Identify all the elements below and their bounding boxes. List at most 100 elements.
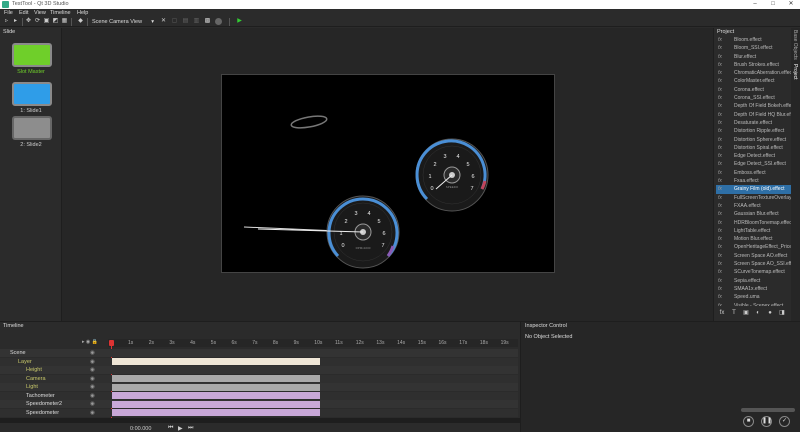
scale-tool-icon[interactable]: ▣ [43, 18, 50, 25]
slide-1-thumb[interactable] [12, 82, 52, 106]
render-sphere-icon[interactable] [215, 18, 222, 25]
edit-camera-icon[interactable]: ◆ [77, 18, 84, 25]
visibility-icon[interactable]: ◉ [90, 400, 95, 408]
timeline-row[interactable]: Speedometer ◉ [0, 408, 108, 417]
project-file-item[interactable]: fx FullScreenTextureOverlay.effect [716, 194, 792, 202]
project-file-item[interactable]: fx OpenHeritageEffect_Price.effect [716, 243, 792, 251]
timeline-bar[interactable] [112, 375, 320, 382]
timeline-track[interactable] [108, 349, 518, 357]
close-button[interactable]: ✕ [782, 0, 800, 9]
sphere-icon[interactable]: ● [764, 310, 776, 316]
render-mode-icon[interactable]: ▩ [204, 18, 211, 25]
first-frame-icon[interactable]: ⏮ [168, 425, 173, 432]
project-file-item[interactable]: fx Screen Space AO.effect [716, 252, 792, 260]
confirm-icon[interactable]: ✓ [779, 416, 790, 427]
project-file-item[interactable]: fx Bloom_SSI.effect [716, 44, 792, 52]
project-file-item[interactable]: fx Screen Space AO_SSI.effect [716, 260, 792, 268]
timeline-bar[interactable] [112, 400, 320, 408]
menu-timeline[interactable]: Timeline [50, 10, 71, 16]
rotate-tool-icon[interactable]: ⟳ [34, 18, 41, 25]
project-file-item[interactable]: fx Corona_SSI.effect [716, 94, 792, 102]
menu-view[interactable]: View [34, 10, 46, 16]
project-file-item[interactable]: fx Visible - Scenex.effect [716, 302, 792, 307]
global-coords-icon[interactable]: ▦ [61, 18, 68, 25]
project-file-item[interactable]: fx Gaussian Blur.effect [716, 210, 792, 218]
visibility-icon[interactable]: ◉ [90, 392, 95, 400]
project-file-item[interactable]: fx Blur.effect [716, 53, 792, 61]
project-file-item[interactable]: fx Depth Of Field Bokeh.effect [716, 102, 792, 110]
camera-view-select[interactable]: Scene Camera View ▾ [92, 18, 156, 26]
material-icon[interactable]: ◐ [752, 310, 764, 316]
project-file-item[interactable]: fx SCurveTonemap.effect [716, 268, 792, 276]
visibility-icon[interactable]: ◉ [90, 358, 95, 366]
shading-icon[interactable]: ▥ [193, 18, 200, 25]
project-file-item[interactable]: fx Desaturate.effect [716, 119, 792, 127]
timeline-row[interactable]: Speedometer2 ◉ [0, 400, 108, 408]
timeline-scrollbar[interactable] [0, 418, 520, 423]
tab-base-objects[interactable]: Base Objects [792, 30, 798, 60]
scene-canvas[interactable]: 0 1 2 3 4 5 6 7 RPMx1000 0 1 2 3 4 5 6 7… [221, 74, 555, 273]
timeline-bar[interactable] [112, 383, 320, 391]
timeline-row[interactable]: Height ◉ [0, 366, 108, 374]
project-file-item[interactable]: fx ColorMaster.effect [716, 77, 792, 85]
timeline-row[interactable]: Light ◉ [0, 383, 108, 391]
wireframe-icon[interactable]: ▤ [182, 18, 189, 25]
project-file-item[interactable]: fx Grainy Film (old).effect [716, 185, 792, 194]
visibility-icon[interactable]: ◉ [90, 375, 95, 383]
slide-master-thumb[interactable] [12, 43, 52, 67]
select-tool-icon[interactable]: ▹ [3, 18, 10, 25]
minimize-button[interactable]: – [746, 0, 764, 9]
local-coords-icon[interactable]: ◩ [52, 18, 59, 25]
project-file-item[interactable]: fx SMAA1x.effect [716, 285, 792, 293]
project-file-item[interactable]: fx Bloom.effect [716, 36, 792, 44]
project-file-item[interactable]: fx FXAA.effect [716, 202, 792, 210]
last-frame-icon[interactable]: ⏭ [188, 425, 193, 432]
scene-viewport[interactable]: 0 1 2 3 4 5 6 7 RPMx1000 0 1 2 3 4 5 6 7… [62, 28, 713, 321]
timeline-row[interactable]: Layer ◉ [0, 357, 108, 366]
timeline-bar[interactable] [112, 392, 320, 399]
visibility-icon[interactable]: ◉ [90, 383, 95, 391]
move-tool-icon[interactable]: ✥ [25, 18, 32, 25]
effect-icon[interactable]: fx [716, 310, 728, 316]
timeline-row[interactable]: Camera ◉ [0, 374, 108, 383]
project-file-item[interactable]: fx Distortion Spiral.effect [716, 144, 792, 152]
play-timeline-icon[interactable]: ▶ [178, 425, 183, 432]
project-file-item[interactable]: fx Emboss.effect [716, 169, 792, 177]
menu-file[interactable]: File [4, 10, 13, 16]
text-icon[interactable]: T [728, 310, 740, 316]
project-file-item[interactable]: fx Corona.effect [716, 86, 792, 94]
group-select-icon[interactable]: ▸ [12, 18, 19, 25]
play-icon[interactable]: ▶ [236, 18, 243, 25]
layout-icon[interactable]: ◨ [776, 309, 788, 316]
menu-edit[interactable]: Edit [19, 10, 28, 16]
zoom-extents-icon[interactable]: ▢ [171, 18, 178, 25]
timeline-bar[interactable] [112, 358, 320, 365]
project-file-item[interactable]: fx Sepia.effect [716, 277, 792, 285]
menu-help[interactable]: Help [77, 10, 88, 16]
visibility-icon[interactable]: ◉ [90, 366, 95, 374]
project-file-item[interactable]: fx Brush Strokes.effect [716, 61, 792, 69]
visibility-icon[interactable]: ◉ [90, 349, 95, 357]
project-file-item[interactable]: fx Distortion Sphere.effect [716, 136, 792, 144]
project-file-item[interactable]: fx Distortion Ripple.effect [716, 127, 792, 135]
fit-selected-icon[interactable]: ✕ [160, 18, 167, 25]
timeline-bar[interactable] [112, 409, 320, 416]
project-file-item[interactable]: fx LightTable.effect [716, 227, 792, 235]
project-file-item[interactable]: fx Edge Detect.effect [716, 152, 792, 160]
project-file-item[interactable]: fx HDRBloomTonemap.effect [716, 219, 792, 227]
stop-icon[interactable]: ■ [743, 416, 754, 427]
timeline-row[interactable]: Scene ◉ [0, 349, 108, 357]
project-file-item[interactable]: fx Depth Of Field HQ Blur.effect [716, 111, 792, 119]
project-file-item[interactable]: fx Fxaa.effect [716, 177, 792, 185]
project-file-item[interactable]: fx Speed.uma [716, 293, 792, 301]
project-file-item[interactable]: fx Motion Blur.effect [716, 235, 792, 243]
timeline-track[interactable] [108, 366, 518, 374]
tab-project[interactable]: Project [792, 64, 798, 80]
timeline-row[interactable]: Tachometer ◉ [0, 391, 108, 400]
visibility-icon[interactable]: ◉ [90, 409, 95, 417]
slide-2-thumb[interactable] [12, 116, 52, 140]
image-icon[interactable]: ▣ [740, 309, 752, 316]
timeline-ruler[interactable]: 1s 2s 3s 4s 5s 6s 7s 8s 9s 10s 11s 12s 13s 14s 15s 16s 1… [108, 339, 518, 347]
project-file-item[interactable]: fx ChromaticAberration.effect [716, 69, 792, 77]
zoom-slider[interactable] [741, 408, 795, 412]
